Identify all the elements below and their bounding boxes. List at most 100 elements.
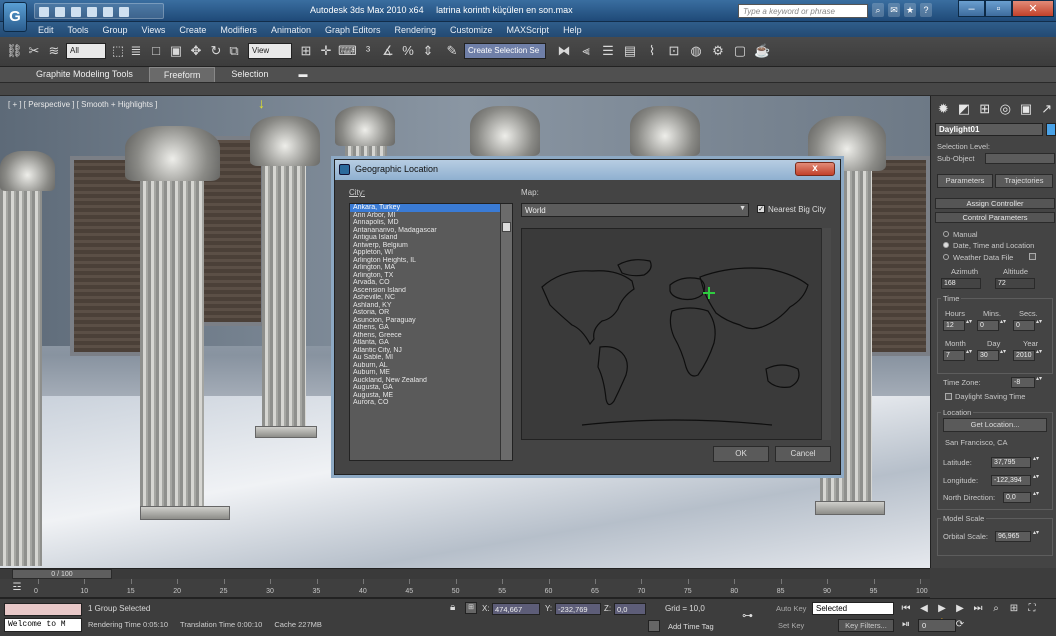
- tab-freeform[interactable]: Freeform: [148, 67, 216, 82]
- absolute-mode-icon[interactable]: ⊞: [465, 602, 477, 614]
- city-list-item[interactable]: Atlantic City, NJ: [350, 347, 500, 355]
- search-input[interactable]: Type a keyword or phrase: [738, 4, 868, 18]
- window-crossing-icon[interactable]: ▣: [168, 43, 184, 59]
- daylight-saving-checkbox[interactable]: [945, 393, 952, 400]
- city-list-item[interactable]: Asuncion, Paraguay: [350, 317, 500, 325]
- curve-editor-icon[interactable]: ⌇: [644, 43, 660, 59]
- next-frame-icon[interactable]: ▶: [954, 602, 966, 616]
- bind-spacewarp-icon[interactable]: ≋: [46, 43, 62, 59]
- transform-gizmo-icon[interactable]: ↓: [258, 96, 266, 112]
- move-icon[interactable]: ✥: [188, 43, 204, 59]
- quick-access-toolbar[interactable]: [34, 3, 164, 19]
- maximize-button[interactable]: ▫: [985, 0, 1012, 17]
- communication-icon[interactable]: ✉: [888, 3, 900, 17]
- zoom-all-icon[interactable]: ⊞: [1008, 602, 1020, 616]
- modify-tab-icon[interactable]: ◩: [956, 100, 973, 117]
- spinner-arrows-icon[interactable]: ▴▾: [1033, 456, 1039, 468]
- city-list-item[interactable]: Antigua Island: [350, 234, 500, 242]
- ribbon-toggle-icon[interactable]: ▬: [284, 67, 321, 82]
- city-list-item[interactable]: Athens, Greece: [350, 332, 500, 340]
- menu-help[interactable]: Help: [563, 25, 582, 35]
- project-icon[interactable]: [119, 7, 129, 17]
- z-coordinate-field[interactable]: 0,0: [614, 603, 646, 615]
- rectangular-selection-icon[interactable]: □: [148, 43, 164, 59]
- city-list-item[interactable]: Asheville, NC: [350, 294, 500, 302]
- create-tab-icon[interactable]: ✹: [935, 100, 952, 117]
- maxscript-input[interactable]: Welcome to M: [4, 618, 82, 632]
- application-button[interactable]: G: [3, 2, 27, 32]
- date-time-location-radio[interactable]: [943, 242, 949, 248]
- pivot-center-icon[interactable]: ⊞: [298, 43, 314, 59]
- orbital-scale-spinner[interactable]: 96,965: [995, 531, 1031, 542]
- new-icon[interactable]: [39, 7, 49, 17]
- menu-modifiers[interactable]: Modifiers: [220, 25, 257, 35]
- city-list-item[interactable]: Augusta, ME: [350, 392, 500, 400]
- tab-selection[interactable]: Selection: [217, 67, 282, 82]
- spinner-arrows-icon[interactable]: ▴▾: [966, 349, 972, 361]
- minimize-button[interactable]: –: [958, 0, 985, 17]
- named-selection-set-dropdown[interactable]: Create Selection Se: [464, 43, 546, 59]
- selection-lock-icon[interactable]: 🔒︎: [450, 602, 460, 614]
- city-list-item[interactable]: Antwerp, Belgium: [350, 242, 500, 250]
- world-map-view[interactable]: [521, 228, 831, 440]
- layer-manager-icon[interactable]: ☰: [600, 43, 616, 59]
- spinner-arrows-icon[interactable]: ▴▾: [1036, 376, 1042, 388]
- y-coordinate-field[interactable]: -232,769: [555, 603, 601, 615]
- binoculars-icon[interactable]: ⌕: [872, 3, 884, 17]
- month-spinner[interactable]: 7: [943, 350, 965, 361]
- city-list-item[interactable]: Astoria, OR: [350, 309, 500, 317]
- snaps-toggle-icon[interactable]: ³: [360, 43, 376, 59]
- tab-trajectories[interactable]: Trajectories: [995, 174, 1053, 188]
- spinner-arrows-icon[interactable]: ▴▾: [1000, 349, 1006, 361]
- city-list-item[interactable]: Arlington Heights, IL: [350, 257, 500, 265]
- key-filters-button[interactable]: Key Filters...: [838, 619, 894, 632]
- nearest-big-city-checkbox[interactable]: ✓: [757, 205, 765, 213]
- menu-animation[interactable]: Animation: [271, 25, 311, 35]
- menu-edit[interactable]: Edit: [38, 25, 54, 35]
- time-tag-icon[interactable]: [648, 620, 660, 632]
- go-to-end-icon[interactable]: ⏭: [972, 602, 984, 616]
- weather-file-browse-icon[interactable]: [1029, 253, 1036, 260]
- redo-icon[interactable]: [103, 7, 113, 17]
- spinner-arrows-icon[interactable]: ▴▾: [1036, 319, 1042, 331]
- city-list-item[interactable]: Ankara, Turkey: [350, 204, 500, 212]
- object-color-swatch[interactable]: [1046, 123, 1056, 136]
- hours-spinner[interactable]: 12: [943, 320, 965, 331]
- keyboard-shortcut-icon[interactable]: ⌨: [338, 43, 357, 59]
- city-list-item[interactable]: Auburn, ME: [350, 369, 500, 377]
- ok-button[interactable]: OK: [713, 446, 769, 462]
- maxscript-listener-mini[interactable]: [4, 603, 82, 616]
- select-by-name-icon[interactable]: ≣: [128, 43, 144, 59]
- go-to-start-icon[interactable]: ⏮: [900, 602, 912, 616]
- material-editor-icon[interactable]: ◍: [688, 43, 704, 59]
- cancel-button[interactable]: Cancel: [775, 446, 831, 462]
- zoom-icon[interactable]: ⌕: [990, 602, 1002, 616]
- close-button[interactable]: ✕: [1012, 0, 1054, 17]
- latitude-spinner[interactable]: 37,795: [991, 457, 1031, 468]
- spinner-arrows-icon[interactable]: ▴▾: [1033, 530, 1039, 542]
- display-tab-icon[interactable]: ▣: [1018, 100, 1035, 117]
- track-bar[interactable]: ☲ 0 10 15 20 25 30 35 40 45 50 55 60 65 70 75 80 85 90 95 1…: [0, 579, 930, 598]
- north-direction-spinner[interactable]: 0,0: [1003, 492, 1031, 503]
- utilities-tab-icon[interactable]: ↗: [1038, 100, 1055, 117]
- city-list-item[interactable]: Antananarivo, Madagascar: [350, 227, 500, 235]
- city-list-item[interactable]: Appleton, WI: [350, 249, 500, 257]
- motion-tab-icon[interactable]: ◎: [997, 100, 1014, 117]
- city-list-item[interactable]: Au Sable, MI: [350, 354, 500, 362]
- render-production-icon[interactable]: ☕: [754, 43, 770, 59]
- object-name-field[interactable]: Daylight01: [935, 123, 1043, 136]
- city-list-item[interactable]: Ascension Island: [350, 287, 500, 295]
- favorites-icon[interactable]: ★: [904, 3, 916, 17]
- assign-controller-rollout[interactable]: Assign Controller: [935, 198, 1055, 209]
- rotate-icon[interactable]: ↻: [208, 43, 224, 59]
- menu-group[interactable]: Group: [103, 25, 128, 35]
- spinner-arrows-icon[interactable]: ▴▾: [1033, 474, 1039, 486]
- weather-data-file-radio[interactable]: [943, 254, 949, 260]
- play-icon[interactable]: ▶: [936, 602, 948, 616]
- key-icon[interactable]: ⊶: [742, 609, 768, 623]
- spinner-arrows-icon[interactable]: ▴▾: [1000, 319, 1006, 331]
- edit-named-selection-icon[interactable]: ✎: [444, 43, 460, 59]
- set-key-button[interactable]: Set Key: [778, 621, 804, 630]
- x-coordinate-field[interactable]: 474,667: [492, 603, 540, 615]
- control-parameters-rollout[interactable]: Control Parameters: [935, 212, 1055, 223]
